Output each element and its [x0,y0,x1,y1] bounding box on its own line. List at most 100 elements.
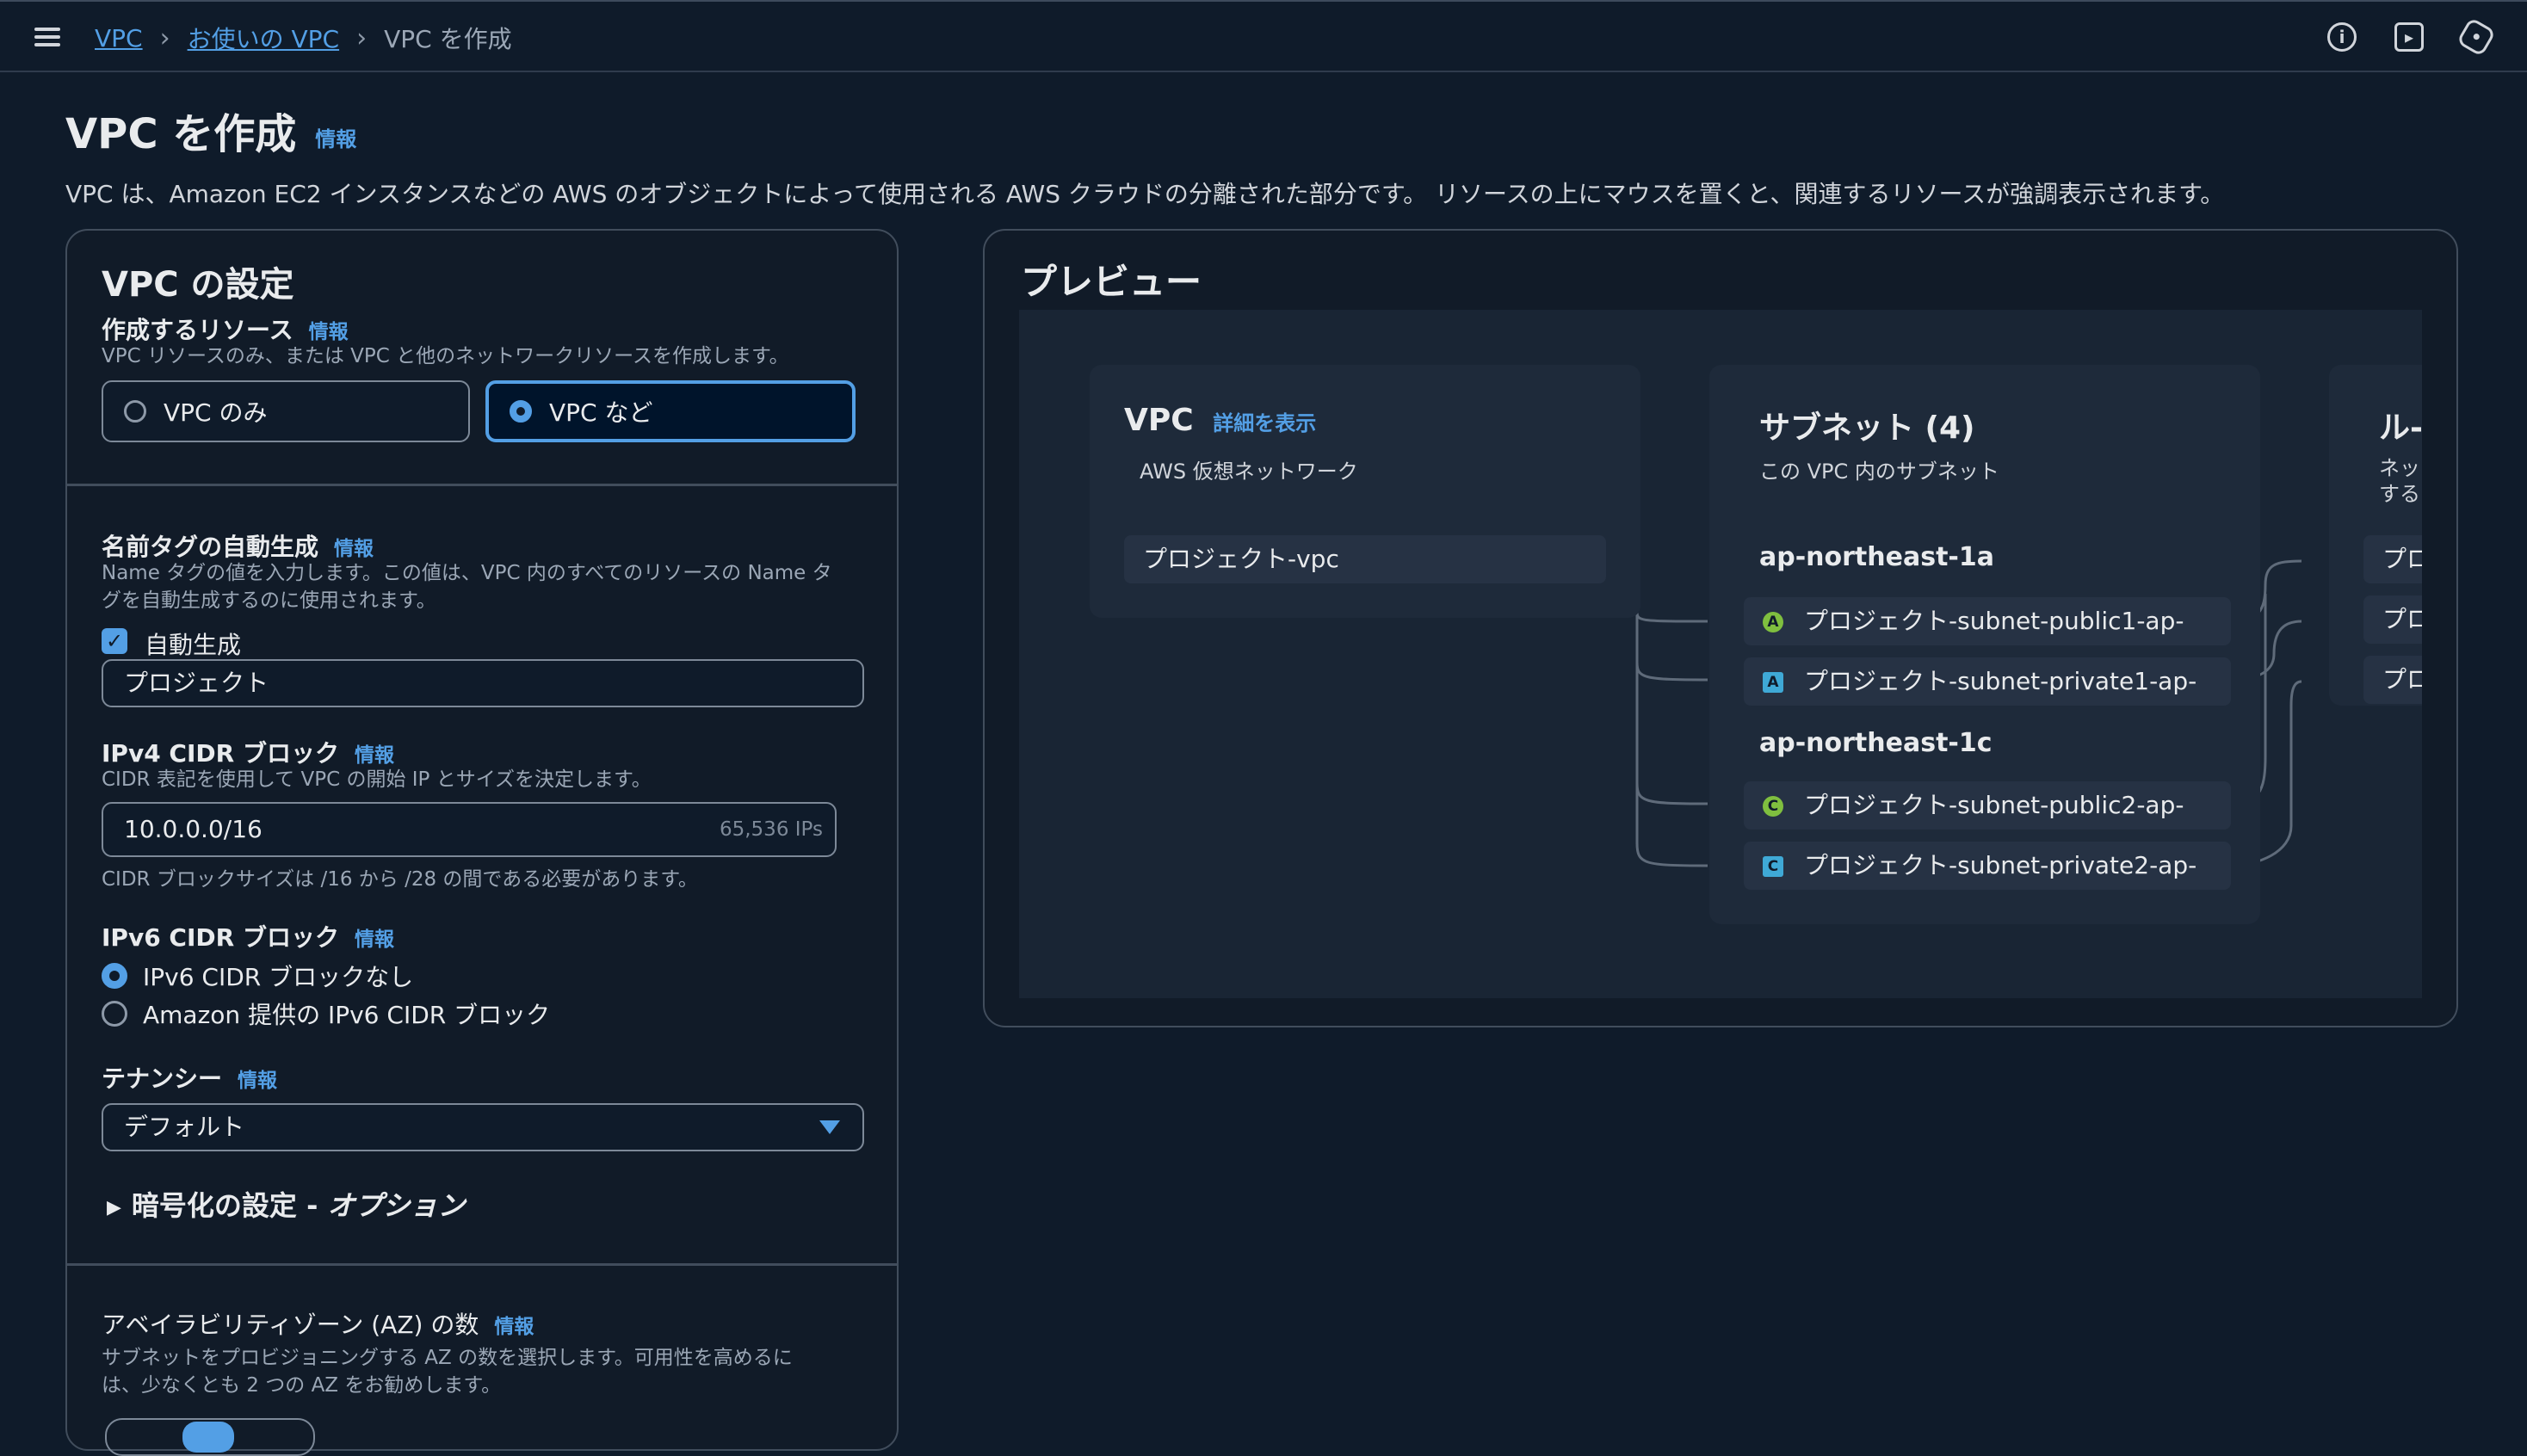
ipv4-cidr-input[interactable]: 10.0.0.0/16 65,536 IPs [102,802,837,857]
name-tag-info-link[interactable]: 情報 [334,538,374,560]
private-subnet-icon: A [1763,672,1783,693]
private-subnet-icon: C [1763,856,1783,877]
vpc-details-link[interactable]: 詳細を表示 [1213,411,1316,435]
az-name: ap-northeast-1a [1759,542,1994,572]
feedback-icon[interactable]: ▸ [2394,22,2424,52]
resource-option-vpc-only-label: VPC のみ [164,398,268,427]
name-tag-label-text: 名前タグの自動生成 [102,533,319,561]
breadcrumb-vpc[interactable]: VPC [95,24,143,52]
menu-icon[interactable] [34,28,60,46]
az-description-line2: は、少なくとも 2 つの AZ をお勧めします。 [102,1374,502,1397]
ipv6-cidr-label-text: IPv6 CIDR ブロック [102,923,339,952]
encryption-settings-expander[interactable]: ▶ 暗号化の設定 - オプション [107,1184,466,1224]
public-subnet-icon: A [1763,612,1783,632]
route-table-item[interactable]: プロ [2363,656,2422,704]
vpc-card-title: VPC 詳細を表示 [1124,403,1316,438]
resource-option-vpc-only[interactable]: VPC のみ [102,380,470,442]
ipv6-cidr-label: IPv6 CIDR ブロック 情報 [102,919,394,953]
public-subnet-icon: C [1763,796,1783,817]
vpc-settings-panel: VPC の設定 作成するリソース 情報 VPC リソースのみ、または VPC と他… [65,229,899,1456]
radio-vpc-and-more[interactable] [510,400,532,423]
vpc-card-title-text: VPC [1124,403,1194,438]
breadcrumb-current: VPC を作成 [384,25,512,53]
radio-vpc-only[interactable] [124,400,146,423]
name-tag-label: 名前タグの自動生成 情報 [102,528,374,563]
resources-description: VPC リソースのみ、または VPC と他のネットワークリソースを作成します。 [102,345,789,367]
az-description: サブネットをプロビジョニングする AZ の数を選択します。可用性を高めるに は、… [102,1344,793,1399]
subnet-item[interactable]: A プロジェクト-subnet-private1-ap- [1744,657,2231,706]
preview-canvas: VPC 詳細を表示 AWS 仮想ネットワーク プロジェクト-vpc サブネット … [1019,310,2422,998]
resources-label-text: 作成するリソース [102,316,293,344]
az-count-segmented-control[interactable] [105,1418,315,1456]
radio-ipv6-amazon[interactable] [102,1001,127,1027]
tenancy-label-text: テナンシー [102,1064,223,1093]
ipv4-cidr-label: IPv4 CIDR ブロック 情報 [102,735,394,769]
resource-option-vpc-and-more[interactable]: VPC など [485,380,856,442]
auto-generate-label: 自動生成 [145,631,242,659]
vpc-resource-item[interactable]: プロジェクト-vpc [1124,535,1606,583]
tenancy-label: テナンシー 情報 [102,1060,277,1095]
name-tag-description-line2: グを自動生成するのに使用されます。 [102,589,436,612]
top-navigation-bar: VPC › お使いの VPC › VPC を作成 i ▸ • [0,0,2527,72]
tenancy-info-link[interactable]: 情報 [238,1070,277,1092]
name-tag-input[interactable]: プロジェクト [102,659,864,707]
preview-title: プレビュー [1021,261,1202,303]
ipv4-cidr-label-text: IPv4 CIDR ブロック [102,739,339,768]
subnets-card-title: サブネット (4) [1759,410,1975,446]
auto-generate-checkbox[interactable]: ✓ [102,628,127,654]
settings-icon[interactable]: • [2456,16,2497,58]
ipv6-option-amazon[interactable]: Amazon 提供の IPv6 CIDR ブロック [102,996,550,1031]
vpc-card-subtitle: AWS 仮想ネットワーク [1140,460,1358,484]
caret-right-icon: ▶ [107,1196,121,1218]
ipv6-info-link[interactable]: 情報 [355,929,394,951]
subnets-card: サブネット (4) この VPC 内のサブネット ap-northeast-1a… [1709,365,2260,924]
subnet-item-label: プロジェクト-subnet-public2-ap- [1804,791,2184,819]
breadcrumb-your-vpcs[interactable]: お使いの VPC [188,21,340,55]
ipv4-info-link[interactable]: 情報 [355,744,394,767]
subnet-item[interactable]: C プロジェクト-subnet-private2-ap- [1744,842,2231,890]
ipv4-cidr-value: 10.0.0.0/16 [124,815,263,843]
ipv4-ip-count-hint: 65,536 IPs [719,818,823,841]
ipv4-description: CIDR 表記を使用して VPC の開始 IP とサイズを決定します。 [102,768,652,791]
subnet-item-label: プロジェクト-subnet-private1-ap- [1804,667,2197,695]
route-tables-card: ル- ネッ する プロ プロ プロ [2329,365,2422,706]
tenancy-select-value: デフォルト [124,1113,245,1141]
page-title-text: VPC を作成 [65,110,297,158]
subnet-item[interactable]: A プロジェクト-subnet-public1-ap- [1744,597,2231,645]
vpc-settings-title: VPC の設定 [102,265,294,305]
subnet-item[interactable]: C プロジェクト-subnet-public2-ap- [1744,781,2231,830]
subnets-card-subtitle: この VPC 内のサブネット [1759,460,1999,484]
az-count-label: アベイラビリティゾーン (AZ) の数 情報 [102,1306,534,1341]
az-info-link[interactable]: 情報 [494,1316,534,1338]
section-divider [67,1263,897,1266]
page-info-link[interactable]: 情報 [315,127,356,151]
caret-down-icon [819,1120,840,1134]
page-description: VPC は、Amazon EC2 インスタンスなどの AWS のオブジェクトによ… [65,180,2225,208]
radio-ipv6-none[interactable] [102,963,127,989]
section-divider [67,484,897,486]
route-table-item[interactable]: プロ [2363,535,2422,583]
vpc-card: VPC 詳細を表示 AWS 仮想ネットワーク プロジェクト-vpc [1090,365,1640,618]
info-icon[interactable]: i [2327,22,2357,52]
breadcrumb: VPC › お使いの VPC › VPC を作成 [95,21,512,55]
page-title: VPC を作成 情報 [65,100,356,160]
az-name: ap-northeast-1c [1759,728,1993,758]
encryption-settings-label: 暗号化の設定 - [131,1189,328,1222]
ipv6-option-none[interactable]: IPv6 CIDR ブロックなし [102,959,413,993]
encryption-optional-label: オプション [327,1189,466,1222]
resource-option-vpc-and-more-label: VPC など [549,398,653,427]
az-count-selected-segment[interactable] [182,1422,234,1453]
ipv6-option-none-label: IPv6 CIDR ブロックなし [143,963,414,991]
az-description-line1: サブネットをプロビジョニングする AZ の数を選択します。可用性を高めるに [102,1347,793,1369]
route-table-item[interactable]: プロ [2363,595,2422,644]
route-tables-card-subtitle-line2: する [2379,482,2420,506]
resources-info-link[interactable]: 情報 [309,321,349,343]
subnet-item-label: プロジェクト-subnet-private2-ap- [1804,851,2197,879]
name-tag-description: Name タグの値を入力します。この値は、VPC 内のすべてのリソースの Nam… [102,559,832,614]
ipv6-option-amazon-label: Amazon 提供の IPv6 CIDR ブロック [143,1001,551,1029]
preview-panel: プレビュー VPC 詳細を表示 AWS 仮想ネットワーク プロジェクト-vpc [983,229,2458,1027]
ipv4-constraint-text: CIDR ブロックサイズは /16 から /28 の間である必要があります。 [102,868,698,891]
tenancy-select[interactable]: デフォルト [102,1103,864,1151]
az-count-label-text: アベイラビリティゾーン (AZ) の数 [102,1311,479,1339]
route-tables-card-title: ル- [2379,410,2422,446]
